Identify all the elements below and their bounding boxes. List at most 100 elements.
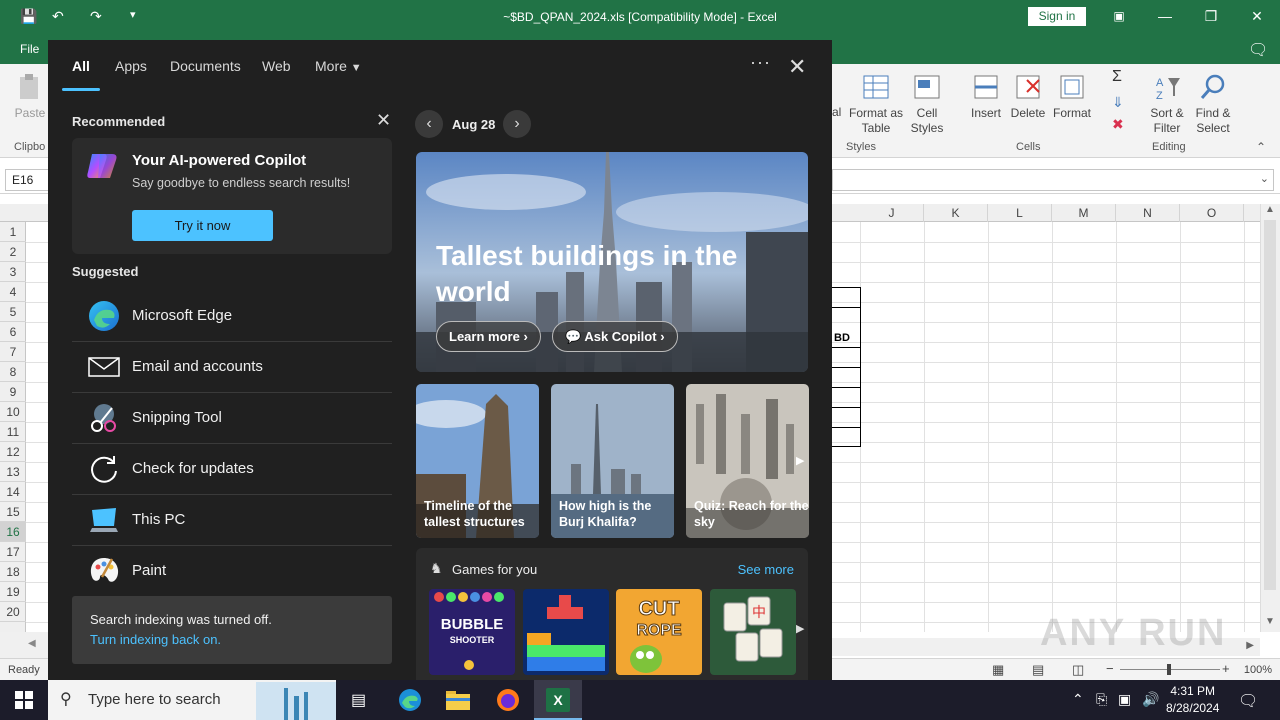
previous-day-icon[interactable]: ‹ xyxy=(415,110,443,138)
row-header[interactable]: 1 xyxy=(0,222,26,242)
more-options-icon[interactable]: ··· xyxy=(750,52,771,73)
ribbon-display-icon[interactable]: ▣ xyxy=(1096,0,1142,32)
sort-filter-button[interactable]: AZ Sort & Filter xyxy=(1144,72,1190,136)
cell-text[interactable]: BD xyxy=(834,332,850,344)
column-header[interactable]: M xyxy=(1052,204,1116,222)
scroll-up-icon[interactable]: ▲ xyxy=(1265,204,1275,215)
close-window-icon[interactable]: ✕ xyxy=(1234,0,1280,32)
row-header-selected[interactable]: 16 xyxy=(0,522,26,542)
row-header[interactable]: 17 xyxy=(0,542,26,562)
row-header[interactable]: 9 xyxy=(0,382,26,402)
restore-icon[interactable]: ❐ xyxy=(1188,0,1234,32)
name-box[interactable]: E16 xyxy=(5,169,49,191)
news-card[interactable]: ▶ Quiz: Reach for the sky xyxy=(686,384,809,538)
suggested-item-edge[interactable]: Microsoft Edge xyxy=(72,291,392,342)
row-header[interactable]: 12 xyxy=(0,442,26,462)
suggested-item-paint[interactable]: Paint xyxy=(72,546,392,597)
row-header[interactable]: 5 xyxy=(0,302,26,322)
game-tile-mahjong[interactable]: 中 xyxy=(710,589,796,675)
close-icon[interactable]: ✕ xyxy=(788,54,806,80)
notifications-icon[interactable]: 🗨 xyxy=(1238,691,1258,711)
row-header[interactable]: 18 xyxy=(0,562,26,582)
taskbar-search-box[interactable]: ⚲ Type here to search xyxy=(48,680,336,720)
windows-start-icon[interactable] xyxy=(15,691,33,709)
insert-button[interactable]: Insert xyxy=(966,72,1006,121)
zoom-out-icon[interactable]: − xyxy=(1106,661,1114,676)
sign-in-button[interactable]: Sign in xyxy=(1028,7,1086,26)
autosum-icon[interactable]: Σ xyxy=(1112,68,1122,86)
taskbar-firefox[interactable] xyxy=(484,680,532,720)
format-button[interactable]: Format xyxy=(1050,72,1094,121)
news-card[interactable]: How high is the Burj Khalifa? xyxy=(551,384,674,538)
row-header[interactable]: 3 xyxy=(0,262,26,282)
page-layout-icon[interactable]: ▤ xyxy=(1032,662,1044,678)
taskbar-file-explorer[interactable] xyxy=(434,680,482,720)
tab-more[interactable]: More ▼ xyxy=(315,58,362,74)
column-header[interactable]: L xyxy=(988,204,1052,222)
column-header[interactable]: J xyxy=(860,204,924,222)
format-as-table-button[interactable]: Format as Table xyxy=(846,72,906,136)
turn-indexing-on-link[interactable]: Turn indexing back on. xyxy=(90,632,221,647)
suggested-item-updates[interactable]: Check for updates xyxy=(72,444,392,495)
row-header[interactable]: 20 xyxy=(0,602,26,622)
dismiss-recommended-icon[interactable]: ✕ xyxy=(376,110,391,131)
next-day-icon[interactable]: › xyxy=(503,110,531,138)
zoom-slider-thumb[interactable] xyxy=(1167,664,1171,675)
row-header[interactable]: 8 xyxy=(0,362,26,382)
copilot-card[interactable]: Your AI-powered Copilot Say goodbye to e… xyxy=(72,138,392,254)
page-break-icon[interactable]: ◫ xyxy=(1072,662,1084,678)
formula-input[interactable]: ⌄ xyxy=(832,169,1274,191)
column-header[interactable]: N xyxy=(1116,204,1180,222)
fill-icon[interactable]: ⇓ xyxy=(1112,94,1124,111)
zoom-level[interactable]: 100% xyxy=(1244,664,1272,676)
suggested-item-snipping[interactable]: Snipping Tool xyxy=(72,393,392,444)
hero-card[interactable]: Tallest buildings in the world Learn mor… xyxy=(416,152,808,372)
device-icon[interactable]: ⎘ xyxy=(1096,691,1107,708)
expand-formula-icon[interactable]: ⌄ xyxy=(1260,172,1269,185)
network-icon[interactable]: ▣ xyxy=(1118,691,1131,708)
game-tile-cut-the-rope[interactable]: CUT ROPE xyxy=(616,589,702,675)
delete-button[interactable]: Delete xyxy=(1008,72,1048,121)
row-header[interactable]: 2 xyxy=(0,242,26,262)
taskbar-excel[interactable]: X xyxy=(534,680,582,720)
suggested-item-email[interactable]: Email and accounts xyxy=(72,342,392,393)
zoom-in-icon[interactable]: + xyxy=(1222,661,1230,676)
games-next-icon[interactable]: ▶ xyxy=(796,622,804,635)
taskbar-edge[interactable] xyxy=(386,680,434,720)
tab-all[interactable]: All xyxy=(72,58,90,74)
game-tile-bubble-shooter[interactable]: BUBBLE SHOOTER xyxy=(429,589,515,675)
scroll-right-icon[interactable]: ▶ xyxy=(1246,640,1254,651)
row-header[interactable]: 11 xyxy=(0,422,26,442)
row-header[interactable]: 6 xyxy=(0,322,26,342)
row-header[interactable]: 14 xyxy=(0,482,26,502)
comments-icon[interactable]: 🗨 xyxy=(1248,40,1268,60)
file-tab[interactable]: File xyxy=(20,42,39,56)
clear-icon[interactable]: ✖ xyxy=(1112,116,1124,133)
tab-web[interactable]: Web xyxy=(262,58,291,74)
suggested-item-this-pc[interactable]: This PC xyxy=(72,495,392,546)
scroll-down-icon[interactable]: ▼ xyxy=(1265,616,1275,627)
tab-documents[interactable]: Documents xyxy=(170,58,241,74)
normal-view-icon[interactable]: ▦ xyxy=(992,662,1004,678)
learn-more-button[interactable]: Learn more › xyxy=(436,321,541,352)
find-select-button[interactable]: Find & Select xyxy=(1190,72,1236,136)
clock[interactable]: 4:31 PM 8/28/2024 xyxy=(1166,683,1219,717)
row-header[interactable]: 15 xyxy=(0,502,26,522)
cell-styles-button[interactable]: Cell Styles xyxy=(904,72,950,136)
minimize-icon[interactable]: — xyxy=(1142,0,1188,32)
scroll-thumb[interactable] xyxy=(1264,220,1276,590)
game-tile-blocks[interactable] xyxy=(523,589,609,675)
row-header[interactable]: 4 xyxy=(0,282,26,302)
task-view-button[interactable]: ▤ xyxy=(336,680,384,720)
ask-copilot-button[interactable]: 💬 Ask Copilot › xyxy=(552,321,678,352)
news-card[interactable]: Timeline of the tallest structures xyxy=(416,384,539,538)
vertical-scrollbar[interactable]: ▲ ▼ xyxy=(1260,204,1280,632)
tab-apps[interactable]: Apps xyxy=(115,58,147,74)
row-header[interactable]: 13 xyxy=(0,462,26,482)
try-it-now-button[interactable]: Try it now xyxy=(132,210,273,241)
show-hidden-icons[interactable]: ⌃ xyxy=(1072,691,1084,708)
row-header[interactable]: 19 xyxy=(0,582,26,602)
column-header[interactable]: K xyxy=(924,204,988,222)
carousel-next-icon[interactable]: ▶ xyxy=(796,454,804,467)
volume-icon[interactable]: 🔊 xyxy=(1142,691,1159,708)
